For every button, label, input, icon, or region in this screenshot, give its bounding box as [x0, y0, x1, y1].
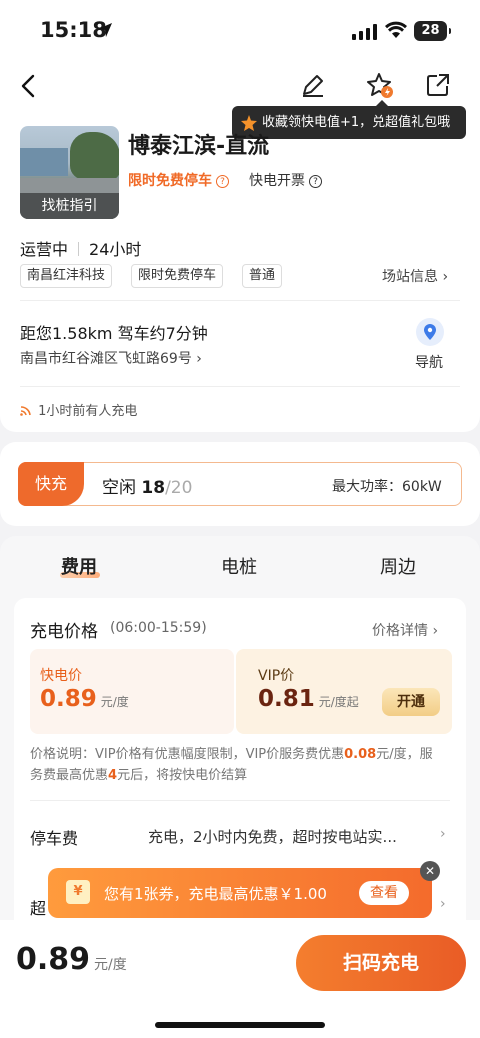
bottom-price-number: 0.89 — [16, 942, 91, 977]
favorite-star-icon[interactable] — [366, 71, 396, 101]
recent-charging: 1小时前有人充电 — [20, 400, 137, 419]
divider — [30, 800, 450, 801]
help-icon: ? — [309, 175, 322, 188]
fast-price-number: 0.89 — [40, 686, 97, 712]
station-name: 博泰江滨-直流 — [128, 134, 270, 159]
home-indicator — [155, 1022, 325, 1028]
hours-text: 24小时 — [89, 240, 142, 259]
open-vip-button[interactable]: 开通 — [382, 688, 440, 716]
price-title: 充电价格 — [30, 622, 98, 642]
fast-invoice-badge[interactable]: 快电开票? — [249, 170, 322, 190]
chevron-right-icon[interactable]: › — [440, 896, 446, 912]
note-highlight: 0.08 — [344, 747, 377, 762]
chevron-right-icon: › — [196, 351, 202, 367]
idle-number: 18 — [141, 478, 166, 498]
operating-status: 运营中 24小时 — [20, 236, 141, 260]
tab-piles[interactable]: 电桩 — [221, 553, 257, 579]
coupon-icon: ¥ — [66, 880, 90, 904]
parking-fee-value[interactable]: 充电，2小时内免费，超时按电站实... — [148, 826, 397, 847]
distance-info: 距您1.58km 驾车约7分钟 — [20, 324, 208, 343]
map-pin-icon — [424, 324, 436, 340]
vip-price-unit: 元/度起 — [318, 695, 359, 709]
idle-label: 空闲 — [102, 478, 136, 498]
view-coupon-button[interactable]: 查看 — [359, 881, 409, 905]
coupon-text: 您有1张券，充电最高优惠￥1.00 — [104, 885, 327, 903]
edit-icon[interactable] — [300, 72, 326, 98]
cellular-signal-icon — [352, 24, 377, 40]
navigate-label[interactable]: 导航 — [415, 352, 443, 372]
bottom-price-unit: 元/度 — [94, 957, 127, 973]
divider — [20, 386, 460, 387]
free-parking-label: 限时免费停车 — [128, 173, 212, 189]
share-icon[interactable] — [425, 72, 451, 98]
fast-price-unit: 元/度 — [100, 695, 129, 709]
price-note: 价格说明：VIP价格有优惠幅度限制，VIP价服务费优惠0.08元/度，服务费最高… — [30, 744, 440, 786]
max-power: 最大功率：60kW — [332, 479, 442, 495]
status-text: 运营中 — [20, 240, 69, 259]
fast-price-label: 快电价 — [40, 668, 82, 684]
chevron-right-icon: › — [432, 623, 439, 639]
price-hours: (06:00-15:59) — [110, 620, 207, 636]
signal-wave-icon — [20, 406, 31, 416]
address-text: 南昌市红谷滩区飞虹路69号 — [20, 351, 192, 367]
close-icon[interactable]: ✕ — [420, 861, 440, 881]
help-icon: ? — [216, 175, 229, 188]
tab-fees[interactable]: 费用 — [61, 553, 97, 579]
battery-indicator: 28 — [414, 21, 451, 41]
vip-price-value: 0.81 元/度起 — [258, 686, 359, 712]
wifi-icon — [385, 21, 407, 38]
price-detail-label: 价格详情 — [372, 623, 428, 639]
tag-normal: 普通 — [242, 264, 283, 288]
chevron-right-icon: › — [442, 269, 449, 285]
photo-building — [20, 148, 68, 176]
divider — [20, 300, 460, 301]
free-parking-badge[interactable]: 限时免费停车? — [128, 170, 229, 190]
note-highlight: 4 — [108, 768, 118, 783]
navigate-button[interactable] — [416, 318, 444, 346]
recent-text: 1小时前有人充电 — [38, 404, 138, 419]
idle-count: 空闲 18/20 — [102, 473, 192, 498]
vip-price-number: 0.81 — [258, 686, 315, 712]
price-detail-link[interactable]: 价格详情 › — [372, 620, 438, 640]
photo-tree — [70, 132, 119, 180]
tooltip-text: 收藏领快电值+1，兑超值礼包哦 — [262, 115, 451, 130]
back-icon[interactable] — [16, 72, 44, 100]
tab-nearby[interactable]: 周边 — [380, 553, 416, 579]
divider — [78, 242, 80, 256]
fast-charge-tag: 快充 — [18, 462, 84, 506]
parking-fee-label: 停车费 — [30, 829, 79, 848]
photo-caption: 找桩指引 — [20, 193, 119, 219]
tag-operator: 南昌红沣科技 — [20, 264, 113, 288]
fee-row-label: 超 — [30, 899, 47, 918]
station-info-link[interactable]: 场站信息 › — [382, 266, 448, 286]
total-number: /20 — [165, 478, 193, 498]
station-photo[interactable]: 找桩指引 — [20, 126, 119, 219]
vip-price-label: VIP价 — [258, 668, 295, 684]
location-arrow-icon — [98, 23, 112, 37]
chevron-right-icon[interactable]: › — [440, 826, 446, 842]
address-link[interactable]: 南昌市红谷滩区飞虹路69号 › — [20, 348, 202, 368]
note-part: 元后，将按快电价结算 — [117, 768, 248, 783]
note-part: 价格说明：VIP价格有优惠幅度限制，VIP价服务费优惠 — [30, 747, 345, 762]
tag-free-parking: 限时免费停车 — [131, 264, 224, 288]
fast-invoice-label: 快电开票 — [249, 173, 305, 189]
station-info-label: 场站信息 — [382, 269, 438, 285]
fast-price-value: 0.89 元/度 — [40, 686, 129, 712]
bottom-price: 0.89 元/度 — [16, 942, 127, 977]
scan-charge-button[interactable]: 扫码充电 — [296, 935, 466, 991]
